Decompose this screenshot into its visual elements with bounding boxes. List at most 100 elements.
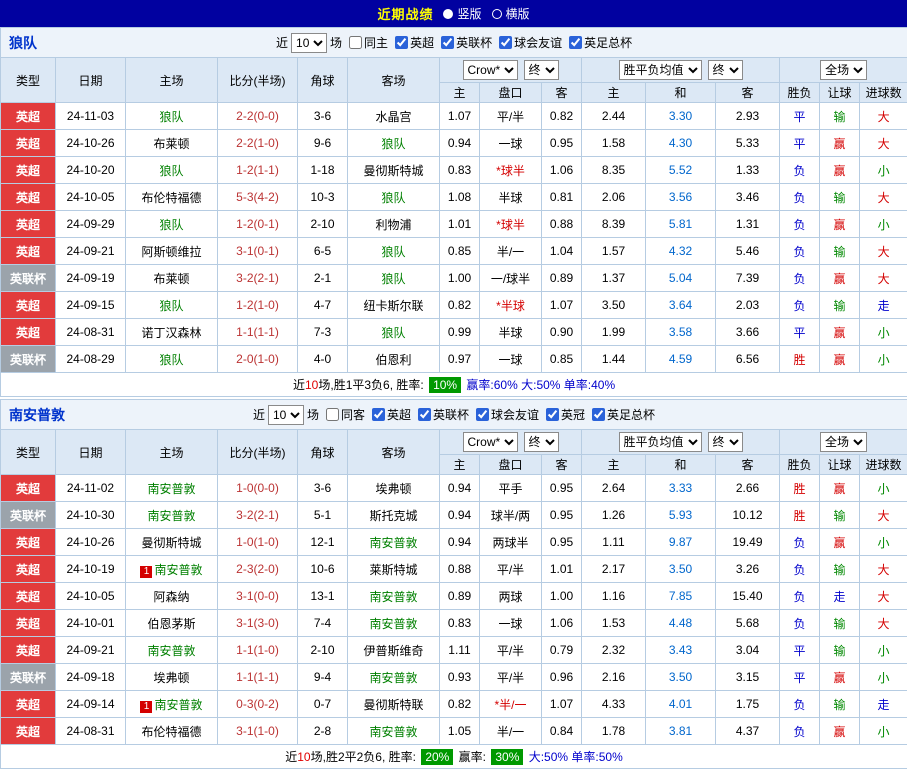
opponent-team-cell[interactable]: 布伦特福德 — [126, 184, 218, 211]
opponent-team-cell[interactable]: 曼彻斯特城 — [126, 529, 218, 556]
avg-source-select[interactable]: 胜平负均值 — [619, 60, 702, 80]
opponent-team-cell[interactable]: 伯恩利 — [348, 346, 440, 373]
league-filter-英冠[interactable]: 英冠 — [539, 406, 585, 423]
avg-away-cell: 2.66 — [716, 475, 780, 502]
league-filter-英足总杯[interactable]: 英足总杯 — [585, 406, 655, 423]
match-row: 英联杯24-09-19布莱顿3-2(2-1)2-1狼队1.00一/球半0.891… — [1, 265, 907, 292]
opponent-team-cell[interactable]: 布莱顿 — [126, 130, 218, 157]
section-title-row: 南安普敦近10场同客英超英联杯球会友谊英冠英足总杯 — [1, 400, 907, 430]
focus-team-cell[interactable]: 南安普敦 — [348, 718, 440, 745]
league-filter-checkbox[interactable] — [546, 408, 559, 421]
avg-final-select[interactable]: 终 — [708, 432, 743, 452]
focus-team-cell[interactable]: 狼队 — [348, 319, 440, 346]
focus-team-cell[interactable]: 狼队 — [126, 211, 218, 238]
league-type-cell: 英超 — [1, 718, 56, 745]
opponent-team-cell[interactable]: 利物浦 — [348, 211, 440, 238]
focus-team-cell[interactable]: 狼队 — [126, 346, 218, 373]
avg-home-cell: 1.11 — [582, 529, 646, 556]
odds-final-select[interactable]: 终 — [524, 60, 559, 80]
opponent-team-cell[interactable]: 布伦特福德 — [126, 718, 218, 745]
same-venue-checkbox[interactable] — [349, 36, 362, 49]
league-filter-球会友谊[interactable]: 球会友谊 — [492, 34, 562, 51]
league-filter-英超[interactable]: 英超 — [388, 34, 434, 51]
league-filter-checkbox[interactable] — [592, 408, 605, 421]
focus-team-cell[interactable]: 1南安普敦 — [126, 556, 218, 583]
opponent-team-cell[interactable]: 伯恩茅斯 — [126, 610, 218, 637]
opponent-team-cell[interactable]: 布莱顿 — [126, 265, 218, 292]
opponent-team-cell[interactable]: 阿斯顿维拉 — [126, 238, 218, 265]
league-filter-英联杯[interactable]: 英联杯 — [434, 34, 492, 51]
same-venue-filter[interactable]: 同客 — [319, 406, 365, 423]
avg-draw-cell: 4.48 — [646, 610, 716, 637]
focus-team-cell[interactable]: 南安普敦 — [126, 502, 218, 529]
odds-final-select[interactable]: 终 — [524, 432, 559, 452]
opponent-team-cell[interactable]: 莱斯特城 — [348, 556, 440, 583]
focus-team-cell[interactable]: 狼队 — [126, 157, 218, 184]
recent-count-select[interactable]: 10 — [268, 405, 304, 425]
league-filter-checkbox[interactable] — [441, 36, 454, 49]
focus-team-cell[interactable]: 南安普敦 — [348, 664, 440, 691]
avg-source-select[interactable]: 胜平负均值 — [619, 432, 702, 452]
opponent-team-cell[interactable]: 纽卡斯尔联 — [348, 292, 440, 319]
corner-cell: 0-7 — [298, 691, 348, 718]
match-row: 英超24-09-15狼队1-2(1-0)4-7纽卡斯尔联0.82*半球1.073… — [1, 292, 907, 319]
opponent-team-cell[interactable]: 水晶宫 — [348, 103, 440, 130]
focus-team-cell[interactable]: 狼队 — [348, 184, 440, 211]
odds-source-select[interactable]: Crow* — [463, 60, 518, 80]
avg-draw-cell: 3.64 — [646, 292, 716, 319]
scope-select[interactable]: 全场 — [820, 60, 867, 80]
col-header-odds_home: 主 — [440, 83, 480, 103]
focus-team-cell[interactable]: 南安普敦 — [126, 637, 218, 664]
goals-result-cell: 小 — [860, 346, 907, 373]
handicap-result-cell: 赢 — [820, 475, 860, 502]
focus-team-cell[interactable]: 狼队 — [126, 292, 218, 319]
odds-source-select[interactable]: Crow* — [463, 432, 518, 452]
match-date-cell: 24-10-01 — [56, 610, 126, 637]
section-team-name: 南安普敦 — [9, 405, 65, 425]
same-venue-filter[interactable]: 同主 — [342, 34, 388, 51]
layout-vertical-option[interactable]: 竖版 — [443, 5, 481, 22]
avg-final-select[interactable]: 终 — [708, 60, 743, 80]
focus-team-cell[interactable]: 南安普敦 — [348, 583, 440, 610]
focus-team-cell[interactable]: 狼队 — [126, 103, 218, 130]
opponent-team-cell[interactable]: 曼彻斯特联 — [348, 691, 440, 718]
league-filter-label: 英联杯 — [433, 406, 469, 423]
league-filter-checkbox[interactable] — [372, 408, 385, 421]
league-filter-checkbox[interactable] — [569, 36, 582, 49]
recent-count-select[interactable]: 10 — [291, 33, 327, 53]
focus-team-cell[interactable]: 狼队 — [348, 130, 440, 157]
scope-select[interactable]: 全场 — [820, 432, 867, 452]
opponent-team-cell[interactable]: 埃弗顿 — [348, 475, 440, 502]
league-filter-英足总杯[interactable]: 英足总杯 — [562, 34, 632, 51]
opponent-team-cell[interactable]: 斯托克城 — [348, 502, 440, 529]
league-filter-checkbox[interactable] — [476, 408, 489, 421]
focus-team-cell[interactable]: 狼队 — [348, 265, 440, 292]
focus-team-cell[interactable]: 狼队 — [348, 238, 440, 265]
top-bar: 近期战绩 竖版 横版 — [0, 0, 907, 27]
odds-away-cell: 0.85 — [542, 346, 582, 373]
league-filter-英联杯[interactable]: 英联杯 — [411, 406, 469, 423]
same-venue-checkbox[interactable] — [326, 408, 339, 421]
opponent-team-cell[interactable]: 诺丁汉森林 — [126, 319, 218, 346]
focus-team-cell[interactable]: 南安普敦 — [348, 529, 440, 556]
red-card-badge: 1 — [140, 701, 152, 713]
opponent-team-cell[interactable]: 伊普斯维奇 — [348, 637, 440, 664]
layout-horizontal-option[interactable]: 横版 — [492, 5, 530, 22]
league-filter-checkbox[interactable] — [499, 36, 512, 49]
focus-team-cell[interactable]: 1南安普敦 — [126, 691, 218, 718]
opponent-team-cell[interactable]: 阿森纳 — [126, 583, 218, 610]
league-filter-英超[interactable]: 英超 — [365, 406, 411, 423]
opponent-team-cell[interactable]: 埃弗顿 — [126, 664, 218, 691]
league-filter-球会友谊[interactable]: 球会友谊 — [469, 406, 539, 423]
focus-team-cell[interactable]: 南安普敦 — [126, 475, 218, 502]
team-name-text: 狼队 — [381, 137, 405, 151]
col-header-score: 比分(半场) — [218, 58, 298, 103]
col-header-goal_result: 进球数 — [860, 455, 907, 475]
opponent-team-cell[interactable]: 曼彻斯特城 — [348, 157, 440, 184]
match-row: 英超24-09-21南安普敦1-1(1-0)2-10伊普斯维奇1.11平/半0.… — [1, 637, 907, 664]
match-date-cell: 24-09-18 — [56, 664, 126, 691]
league-filter-checkbox[interactable] — [418, 408, 431, 421]
league-filter-checkbox[interactable] — [395, 36, 408, 49]
team-name-text: 斯托克城 — [369, 509, 417, 523]
focus-team-cell[interactable]: 南安普敦 — [348, 610, 440, 637]
